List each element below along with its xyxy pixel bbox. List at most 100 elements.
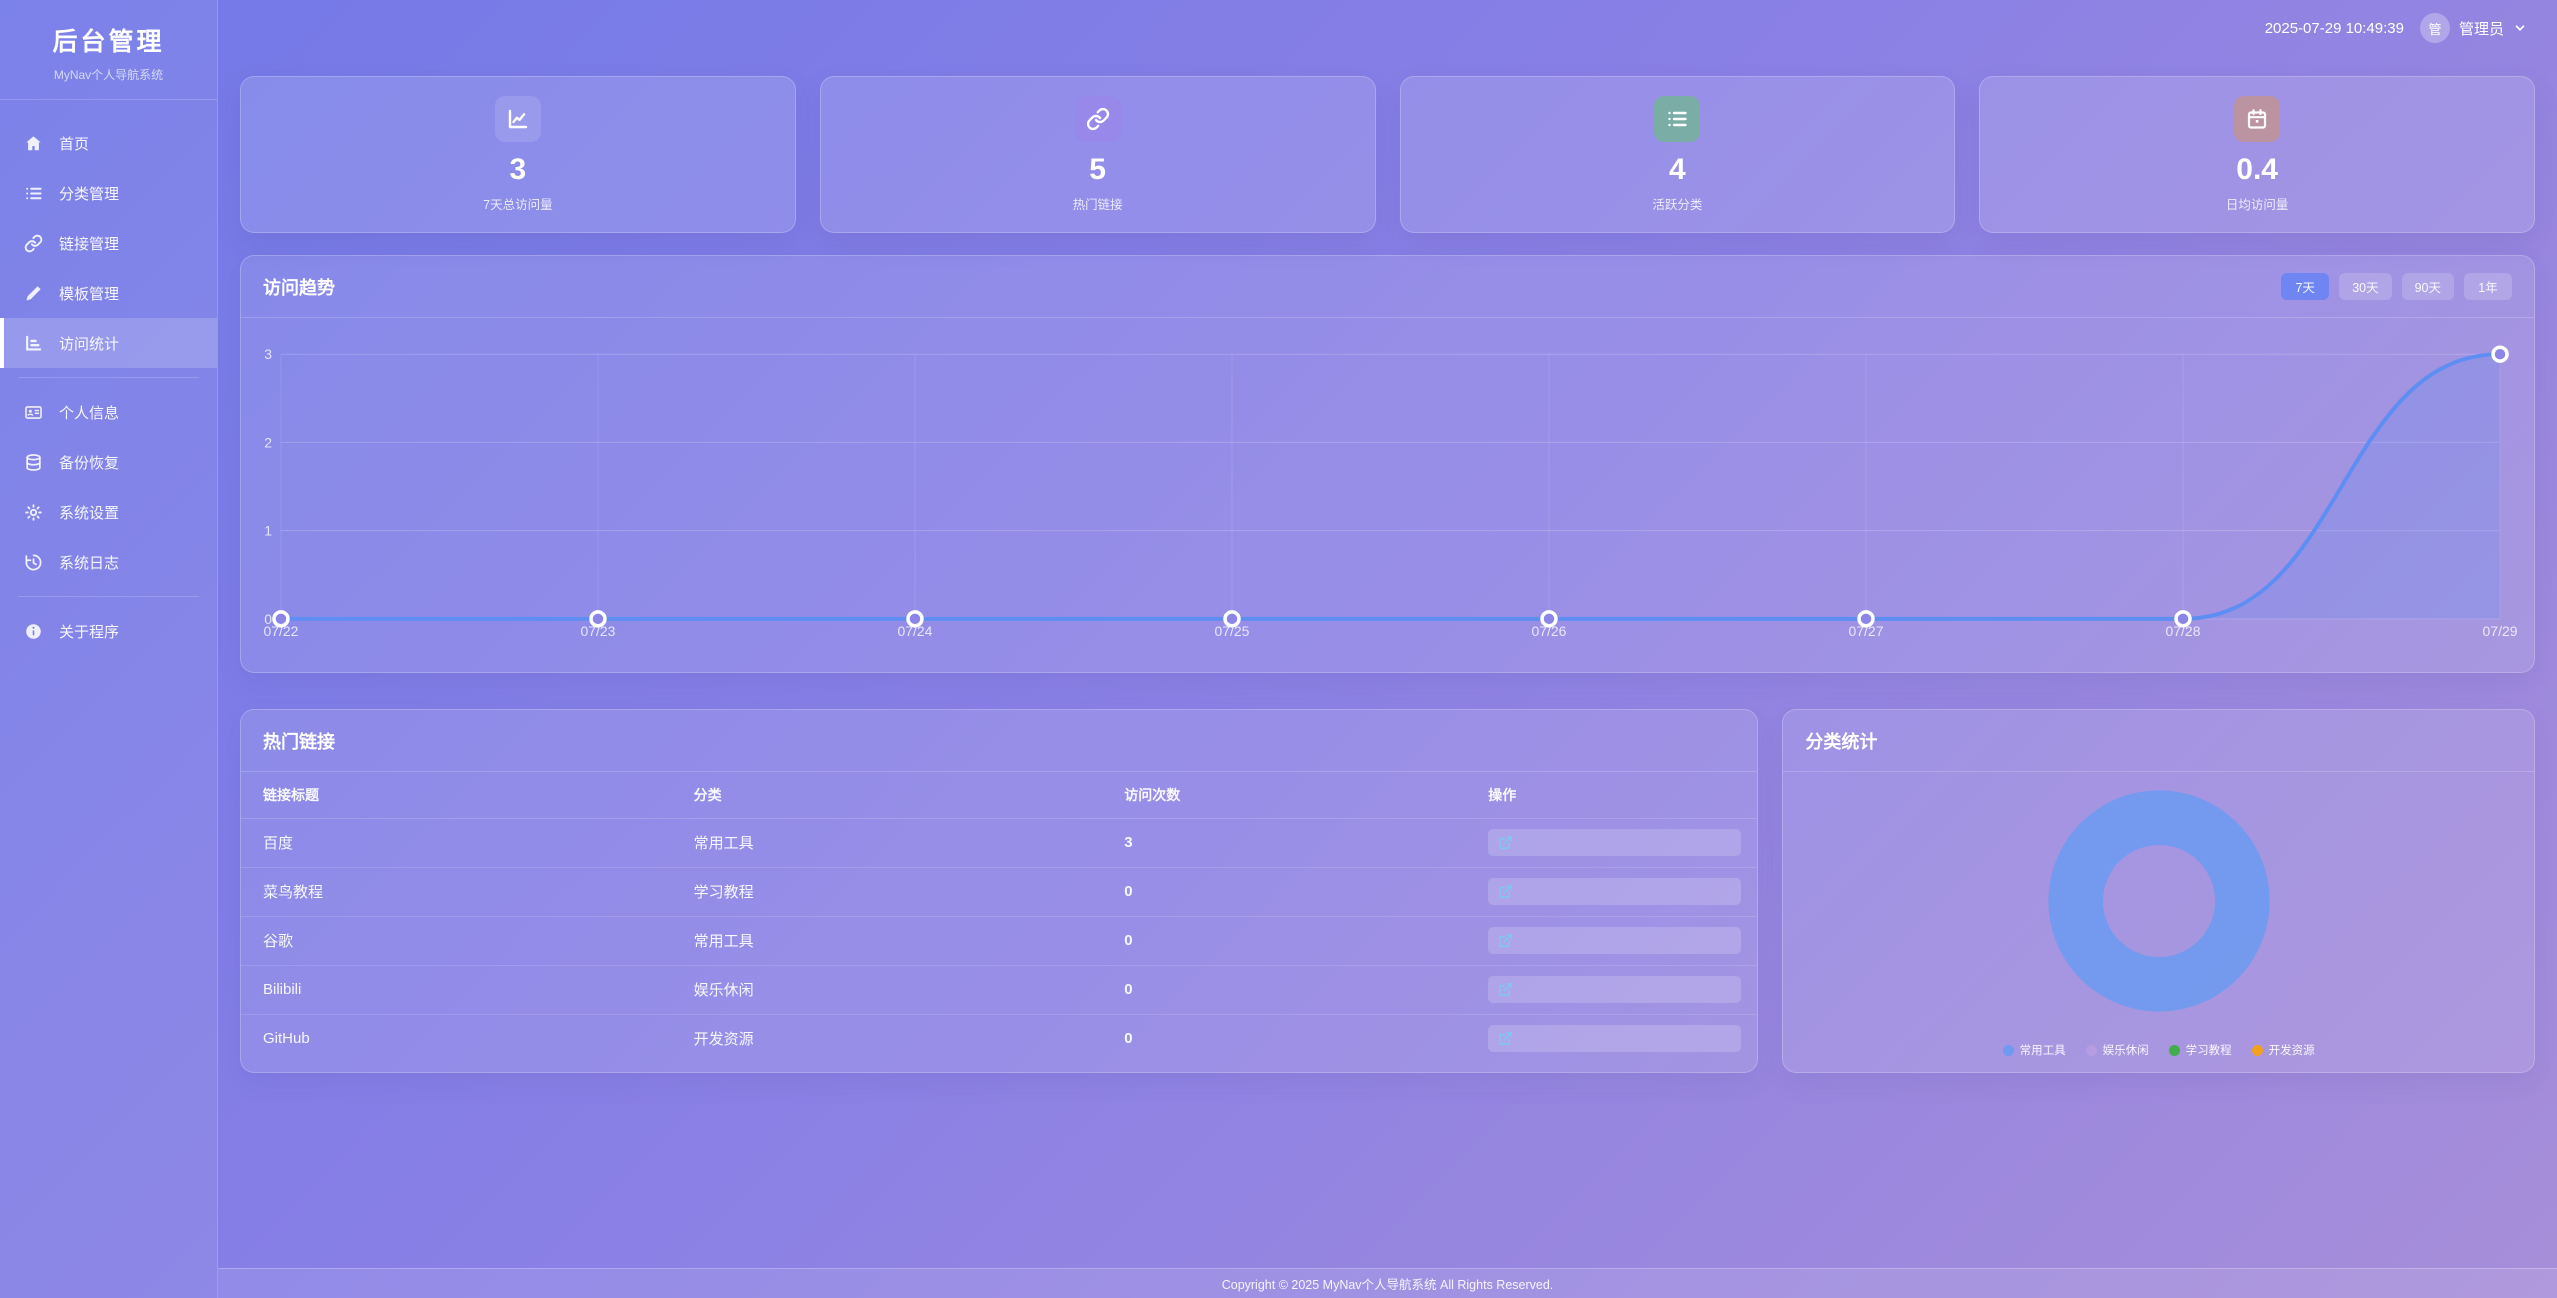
range-button-1y[interactable]: 1年 [2464, 273, 2512, 300]
calendar-icon [2234, 96, 2280, 142]
range-button-7d[interactable]: 7天 [2281, 273, 2329, 300]
sidebar-item-label: 系统设置 [59, 502, 119, 523]
visit-trend-chart: 012307/2207/2307/2407/2507/2607/2707/280… [261, 320, 2514, 672]
legend-label: 常用工具 [2020, 1042, 2066, 1058]
column-header-visits: 访问次数 [1102, 772, 1466, 818]
brush-icon [24, 284, 43, 303]
sidebar-item-profile[interactable]: 个人信息 [0, 387, 217, 437]
link-title: GitHub [241, 1014, 672, 1063]
sidebar-item-visit-stats[interactable]: 访问统计 [0, 318, 217, 368]
stat-value: 3 [510, 155, 527, 185]
stat-value: 0.4 [2236, 155, 2278, 185]
open-link-button[interactable] [1488, 878, 1741, 905]
stat-card-hot-links: 5 热门链接 [820, 76, 1376, 233]
sidebar-item-label: 备份恢复 [59, 452, 119, 473]
external-link-icon [1498, 884, 1513, 899]
list-icon [1654, 96, 1700, 142]
sidebar-item-backup[interactable]: 备份恢复 [0, 437, 217, 487]
link-category: 娱乐休闲 [672, 965, 1103, 1014]
stat-card-daily-average: 0.4 日均访问量 [1979, 76, 2535, 233]
stat-label: 日均访问量 [2226, 194, 2289, 213]
stat-label: 热门链接 [1073, 194, 1123, 213]
legend-dot [2252, 1045, 2263, 1056]
list-icon [24, 184, 43, 203]
stat-card-visits: 3 7天总访问量 [240, 76, 796, 233]
sidebar-item-home[interactable]: 首页 [0, 118, 217, 168]
stats-row: 3 7天总访问量 5 热门链接 4 活跃分类 [240, 76, 2535, 233]
legend-dot [2169, 1045, 2180, 1056]
link-category: 开发资源 [672, 1014, 1103, 1063]
bottom-row: 热门链接 链接标题 分类 访问次数 操作 百度 [240, 709, 2535, 1073]
hot-links-panel: 热门链接 链接标题 分类 访问次数 操作 百度 [240, 709, 1758, 1073]
sidebar-menu: 首页 分类管理 链接管理 模板管理 访问统计 个人信息 备份恢复 系 [0, 118, 217, 656]
sidebar: 后台管理 MyNav个人导航系统 首页 分类管理 链接管理 模板管理 访问统计 … [0, 0, 218, 1298]
sidebar-item-label: 系统日志 [59, 552, 119, 573]
legend-label: 娱乐休闲 [2103, 1042, 2149, 1058]
sidebar-item-templates[interactable]: 模板管理 [0, 268, 217, 318]
external-link-icon [1498, 982, 1513, 997]
table-row: GitHub 开发资源 0 [241, 1014, 1757, 1063]
stat-label: 活跃分类 [1652, 194, 1702, 213]
database-icon [24, 453, 43, 472]
legend-label: 学习教程 [2186, 1042, 2232, 1058]
stat-value: 4 [1669, 155, 1686, 185]
link-visits: 3 [1102, 818, 1466, 867]
content: 3 7天总访问量 5 热门链接 4 活跃分类 [218, 56, 2557, 1268]
link-icon [1075, 96, 1121, 142]
column-header-title: 链接标题 [241, 772, 672, 818]
link-title: 百度 [241, 818, 672, 867]
stat-value: 5 [1089, 155, 1106, 185]
link-category: 常用工具 [672, 916, 1103, 965]
stat-label: 7天总访问量 [483, 194, 552, 213]
external-link-icon [1498, 1031, 1513, 1046]
user-menu[interactable]: 管 管理员 [2420, 13, 2527, 43]
link-title: Bilibili [241, 965, 672, 1014]
avatar: 管 [2420, 13, 2450, 43]
category-stats-header: 分类统计 [1783, 710, 2534, 772]
visit-trend-body: 012307/2207/2307/2407/2507/2607/2707/280… [241, 318, 2534, 672]
sidebar-item-categories[interactable]: 分类管理 [0, 168, 217, 218]
gear-icon [24, 503, 43, 522]
stat-card-active-categories: 4 活跃分类 [1400, 76, 1956, 233]
copyright-text: Copyright © 2025 MyNav个人导航系统 All Rights … [1222, 1274, 1554, 1293]
info-icon [24, 622, 43, 641]
range-button-90d[interactable]: 90天 [2402, 273, 2454, 300]
legend-dot [2086, 1045, 2097, 1056]
sidebar-item-label: 分类管理 [59, 183, 119, 204]
external-link-icon [1498, 835, 1513, 850]
panel-title: 访问趋势 [263, 274, 335, 300]
link-icon [24, 234, 43, 253]
app-title: 后台管理 [8, 22, 209, 58]
sidebar-item-label: 模板管理 [59, 283, 119, 304]
link-visits: 0 [1102, 965, 1466, 1014]
hot-links-table: 链接标题 分类 访问次数 操作 百度 常用工具 3 [241, 772, 1757, 1063]
chart-bar-icon [24, 334, 43, 353]
external-link-icon [1498, 933, 1513, 948]
chevron-down-icon [2513, 21, 2527, 35]
history-icon [24, 553, 43, 572]
sidebar-item-about[interactable]: 关于程序 [0, 606, 217, 656]
link-visits: 0 [1102, 1014, 1466, 1063]
table-row: 谷歌 常用工具 0 [241, 916, 1757, 965]
sidebar-item-links[interactable]: 链接管理 [0, 218, 217, 268]
legend-item: 常用工具 [2003, 1042, 2066, 1058]
svg-text:07/29: 07/29 [2483, 623, 2518, 639]
visit-trend-header: 访问趋势 7天 30天 90天 1年 [241, 256, 2534, 318]
app-subtitle: MyNav个人导航系统 [8, 66, 209, 83]
sidebar-item-label: 个人信息 [59, 402, 119, 423]
open-link-button[interactable] [1488, 927, 1741, 954]
open-link-button[interactable] [1488, 1025, 1741, 1052]
link-title: 谷歌 [241, 916, 672, 965]
table-header-row: 链接标题 分类 访问次数 操作 [241, 772, 1757, 818]
open-link-button[interactable] [1488, 829, 1741, 856]
open-link-button[interactable] [1488, 976, 1741, 1003]
menu-divider [18, 596, 199, 597]
svg-text:2: 2 [264, 434, 272, 450]
range-button-30d[interactable]: 30天 [2339, 273, 2391, 300]
sidebar-item-settings[interactable]: 系统设置 [0, 487, 217, 537]
category-stats-body: 常用工具 娱乐休闲 学习教程 开发资源 [1783, 772, 2534, 1072]
sidebar-item-logs[interactable]: 系统日志 [0, 537, 217, 587]
table-row: 菜鸟教程 学习教程 0 [241, 867, 1757, 916]
footer: Copyright © 2025 MyNav个人导航系统 All Rights … [218, 1268, 2557, 1298]
main-area: 2025-07-29 10:49:39 管 管理员 3 7天总访问量 5 热门链… [218, 0, 2557, 1298]
